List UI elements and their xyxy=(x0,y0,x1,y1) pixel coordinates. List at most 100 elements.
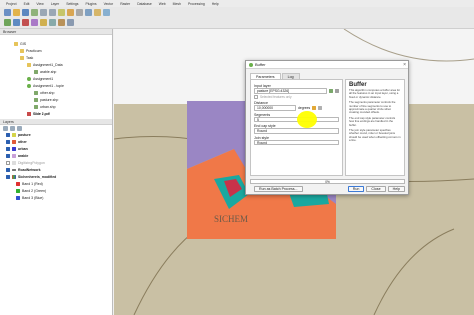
delete-selected-icon[interactable] xyxy=(67,19,74,26)
layer-item-raster[interactable]: Sichenhereis_modified xyxy=(6,175,56,179)
tree-item[interactable]: GIS xyxy=(14,42,26,46)
tree-item[interactable]: pasture.shp xyxy=(34,98,58,102)
menu-raster[interactable]: Raster xyxy=(120,2,130,6)
tree-item[interactable]: Assignment1 xyxy=(27,77,53,81)
menu-database[interactable]: Database xyxy=(137,2,152,6)
add-group-icon[interactable] xyxy=(10,126,15,131)
open-project-icon[interactable] xyxy=(13,9,20,16)
end-cap-select[interactable]: Round xyxy=(254,128,339,134)
layers-toolbar xyxy=(3,126,22,131)
join-style-select[interactable]: Round xyxy=(254,139,339,145)
tree-item[interactable]: Assignment1_Data xyxy=(27,63,63,67)
close-icon[interactable]: × xyxy=(403,62,406,68)
run-button[interactable]: Run xyxy=(347,186,365,192)
checkbox-checked-icon[interactable] xyxy=(6,175,10,179)
add-vector-layer-icon[interactable] xyxy=(4,19,11,26)
layer-item-urban[interactable]: urban xyxy=(6,147,28,151)
filter-legend-icon[interactable] xyxy=(17,126,22,131)
zoom-out-icon[interactable] xyxy=(49,9,56,16)
tree-item[interactable]: other.shp xyxy=(34,91,54,95)
vertex-tool-icon[interactable] xyxy=(58,19,65,26)
browser-panel: Browser GIS Practicum Task Assignment1_D… xyxy=(0,29,113,119)
checkbox-checked-icon[interactable] xyxy=(6,154,10,158)
menu-plugins[interactable]: Plugins xyxy=(85,2,96,6)
parameters-panel: Input layer pasture [EPSG:4326] Selected… xyxy=(250,79,343,176)
add-wms-layer-icon[interactable] xyxy=(31,19,38,26)
select-features-icon[interactable] xyxy=(67,9,74,16)
toggle-editing-icon[interactable] xyxy=(40,19,47,26)
layer-item-pasture[interactable]: pasture xyxy=(6,133,31,137)
toolbar-area xyxy=(0,7,474,29)
vector-file-icon xyxy=(34,98,38,102)
menu-layer[interactable]: Layer xyxy=(51,2,59,6)
data-defined-override-icon[interactable] xyxy=(318,105,323,110)
zoom-in-icon[interactable] xyxy=(40,9,47,16)
save-project-icon[interactable] xyxy=(22,9,29,16)
buffer-dialog: Buffer × Parameters Log Input layer past… xyxy=(245,60,409,195)
new-project-icon[interactable] xyxy=(4,9,11,16)
field-calculator-icon[interactable] xyxy=(94,9,101,16)
distance-unit-label: degrees xyxy=(298,105,311,110)
menu-web[interactable]: Web xyxy=(159,2,166,6)
layer-item-other[interactable]: other xyxy=(6,140,27,144)
tree-item[interactable]: arable.shp xyxy=(34,70,56,74)
qgis-logo-icon xyxy=(249,62,253,67)
pan-map-icon[interactable] xyxy=(31,9,38,16)
menu-view[interactable]: View xyxy=(36,2,43,6)
dialog-titlebar: Buffer × xyxy=(246,61,408,69)
measure-icon[interactable] xyxy=(76,9,83,16)
open-layer-styling-icon[interactable] xyxy=(3,126,8,131)
vector-file-icon xyxy=(34,105,38,109)
add-raster-layer-icon[interactable] xyxy=(13,19,20,26)
raster-layer-icon xyxy=(12,175,16,179)
menu-mesh[interactable]: Mesh xyxy=(173,2,181,6)
browse-icon[interactable] xyxy=(335,88,339,93)
tree-item[interactable]: Assignment1 - topie xyxy=(27,84,64,88)
tree-item[interactable]: Practicum xyxy=(20,49,42,53)
band-blue-swatch-icon xyxy=(16,196,20,200)
checkbox-unchecked-icon[interactable] xyxy=(6,161,10,165)
menu-processing[interactable]: Processing xyxy=(188,2,205,6)
folder-icon xyxy=(14,42,18,46)
selected-only-checkbox[interactable] xyxy=(254,95,258,99)
folder-icon xyxy=(20,49,24,53)
checkbox-checked-icon[interactable] xyxy=(6,140,10,144)
attribute-table-icon[interactable] xyxy=(85,9,92,16)
help-paragraph: The segments parameter controls the numb… xyxy=(349,100,396,115)
statistics-icon[interactable] xyxy=(103,9,110,16)
menu-project[interactable]: Project xyxy=(6,2,17,6)
checkbox-checked-icon[interactable] xyxy=(6,168,10,172)
layer-item-roadnetwork[interactable]: RoadNetwork xyxy=(6,168,41,172)
distance-input[interactable]: 10,000000 xyxy=(254,105,296,111)
tree-item[interactable]: urban.shp xyxy=(34,105,56,109)
folder-icon xyxy=(20,56,24,60)
selected-only-row: Selected features only xyxy=(254,95,339,99)
identify-icon[interactable] xyxy=(58,9,65,16)
menu-settings[interactable]: Settings xyxy=(66,2,78,6)
input-layer-select[interactable]: pasture [EPSG:4326] xyxy=(254,88,327,94)
add-delimited-text-icon[interactable] xyxy=(22,19,29,26)
checkbox-checked-icon[interactable] xyxy=(6,133,10,137)
highlight-annotation xyxy=(297,111,317,128)
qgis-project-icon xyxy=(27,84,31,88)
iterate-icon[interactable] xyxy=(329,88,333,93)
menu-vector[interactable]: Vector xyxy=(104,2,114,6)
help-panel: Buffer This algorithm computes a buffer … xyxy=(345,79,405,176)
layer-item-digitizing[interactable]: DigitizingPolygon xyxy=(6,161,45,165)
checkbox-checked-icon[interactable] xyxy=(6,147,10,151)
band-item: Band 1 (Red) xyxy=(16,182,43,186)
layer-item-arable[interactable]: arable xyxy=(6,154,28,158)
batch-process-button[interactable]: Run as Batch Process... xyxy=(254,186,303,192)
tree-item[interactable]: Slide 2.pdf xyxy=(27,112,50,116)
close-button[interactable]: Close xyxy=(366,186,386,192)
menu-help[interactable]: Help xyxy=(212,2,219,6)
help-button[interactable]: Help xyxy=(387,186,405,192)
layer-swatch-icon xyxy=(12,154,16,158)
layers-panel-title: Layers xyxy=(0,119,112,125)
toolbar-row-2 xyxy=(4,19,74,26)
browser-panel-title: Browser xyxy=(0,29,112,35)
digitize-icon[interactable] xyxy=(49,19,56,26)
tree-item[interactable]: Task xyxy=(20,56,33,60)
layer-swatch-icon xyxy=(12,140,16,144)
menu-edit[interactable]: Edit xyxy=(24,2,30,6)
